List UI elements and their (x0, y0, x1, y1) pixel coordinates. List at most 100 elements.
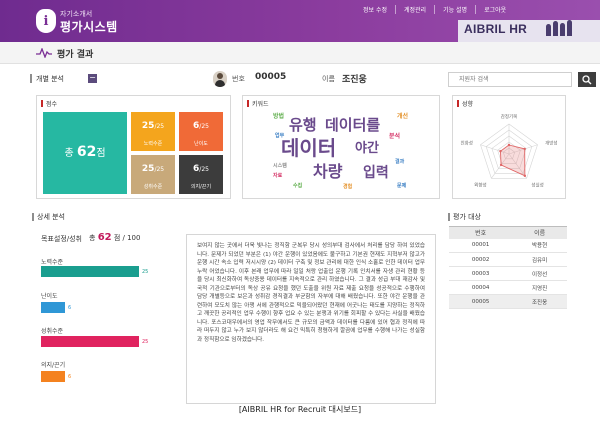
score-tile-grit-label: 의지/끈기 (190, 184, 212, 190)
score-tile-effort-label: 노력수준 (143, 141, 163, 147)
keyword-panel-title: 키워드 (247, 99, 269, 108)
avatar (213, 71, 227, 87)
metric-value-effort: 25 (142, 269, 149, 275)
row-number: 00003 (449, 266, 513, 281)
table-row[interactable]: 00002 김유미 (449, 252, 567, 267)
logo-title[interactable]: 평가시스템 (60, 18, 118, 35)
metric-value-grit: 6 (68, 374, 72, 380)
nav-help[interactable]: 기능 설명 (435, 5, 477, 14)
table-row[interactable]: 00003 이정선 (449, 266, 567, 281)
total-score-value: 62 (76, 144, 97, 160)
applicant-name-value: 조진웅 (342, 75, 367, 85)
nav-edit-info[interactable]: 정보 수정 (355, 5, 396, 14)
column-header-name: 이름 (512, 226, 567, 239)
score-tile-achievement: 25/25 성취수준 (131, 155, 175, 194)
total-score-tile: 총 62점 (43, 112, 127, 194)
score-tile-grit: 6/25 의지/끈기 (179, 155, 223, 194)
radar-value-point (507, 143, 511, 147)
row-name: 이정선 (512, 266, 567, 281)
radar-axis-label: 감정기복 (501, 113, 518, 120)
nav-logout[interactable]: 로그아웃 (476, 5, 514, 14)
score-panel: 점수 총 62점 25/25 노력수준 6/25 난이도 25/25 성취수준 … (36, 95, 231, 199)
brand-logo: AIBRIL HR (464, 22, 528, 36)
table-row[interactable]: 00001 박용현 (449, 238, 567, 253)
row-name: 지영진 (512, 280, 567, 295)
essay-text: 보여지 않는 곳에서 더욱 빛나는 정직함 군복무 당시 성의부대 검사에서 처… (186, 234, 436, 404)
detail-title-text: 상세 분석 (37, 213, 65, 221)
keyword-word: 데이터 (281, 136, 337, 160)
page-titlebar: 평가 결과 (0, 42, 600, 64)
figure-caption: [AIBRIL HR for Recruit 대시보드] (238, 405, 362, 414)
score-tile-achievement-label: 성취수준 (143, 184, 163, 190)
metric-value-achievement: 25 (142, 339, 149, 345)
radar-axis-label: 친화성 (460, 139, 472, 146)
radar-axis-label: 성실성 (531, 182, 543, 189)
radar-value-shape (499, 144, 526, 177)
row-number: 00002 (449, 252, 513, 267)
keyword-word: 업무 (275, 133, 285, 139)
score-title-text: 점수 (46, 101, 58, 108)
personality-title-text: 성향 (462, 101, 474, 108)
score-panel-title: 점수 (41, 99, 57, 108)
metric-bar-effort (41, 266, 139, 277)
target-table: 번호 이름 00001 박용현 00002 김유미 00003 이정선 00004 지영… (449, 226, 567, 309)
radar-value-point (523, 174, 527, 178)
column-header-number: 번호 (449, 226, 513, 239)
metric-bar-grit (41, 371, 65, 382)
personality-panel-title: 성향 (457, 99, 473, 108)
keyword-word: 야간 (355, 141, 379, 156)
keyword-word: 시스템 (273, 163, 287, 169)
section-marker (30, 74, 32, 83)
detail-analysis-title: 상세 분석 (32, 212, 65, 222)
table-row[interactable]: 00004 지영진 (449, 280, 567, 295)
metric-value-difficulty: 6 (68, 305, 72, 311)
personality-radar-chart: 감정기복개방성성실성 외향성 친화성 (460, 113, 557, 189)
goal-total-score: 총 62 점 / 100 (89, 232, 141, 243)
target-title-text: 평가 대상 (453, 213, 481, 221)
table-row-selected[interactable]: 00005 조진웅 (449, 294, 567, 309)
score-tile-difficulty: 6/25 난이도 (179, 112, 223, 151)
goal-label: 목표설정/성취 (41, 235, 82, 243)
score-tile-difficulty-label: 난이도 (194, 141, 208, 147)
row-number: 00005 (449, 294, 513, 309)
metric-bar-achievement (41, 336, 139, 347)
keyword-word: 수집 (293, 183, 303, 189)
row-number: 00004 (449, 280, 513, 295)
nav-account[interactable]: 계정관리 (396, 5, 436, 14)
metric-label-effort: 노력수준 (41, 259, 64, 266)
keyword-word: 경험 (343, 184, 353, 190)
applicant-id-value: 00005 (255, 72, 287, 82)
keyword-word: 분석 (389, 133, 401, 140)
keyword-word: 결과 (395, 159, 405, 165)
page-title: 평가 결과 (57, 50, 94, 60)
keyword-word: 데이터를 (325, 116, 381, 134)
keyword-word: 유행 (289, 116, 317, 134)
score-tile-effort: 25/25 노력수준 (131, 112, 175, 151)
metric-label-achievement: 성취수준 (41, 328, 64, 335)
radar-axis-label: 개방성 (545, 139, 557, 146)
search-icon (582, 75, 592, 85)
applicant-name-label: 이름 (322, 75, 335, 83)
radar-value-point (499, 150, 502, 153)
metric-bar-difficulty (41, 302, 65, 313)
row-number: 00001 (449, 238, 513, 253)
word-cloud: 데이터 유행 데이터를 야간 차량 입력 방법 개선 업무 분석 시스템 수집 … (273, 112, 423, 194)
logo-icon[interactable]: i (36, 9, 56, 33)
keyword-panel: 키워드 데이터 유행 데이터를 야간 차량 입력 방법 개선 업무 분석 시스템… (242, 95, 440, 199)
metric-label-difficulty: 난이도 (41, 293, 58, 300)
search-button[interactable] (578, 72, 596, 87)
radar-axis-label: 외향성 (474, 182, 486, 189)
top-nav: 정보 수정 계정관리 기능 설명 로그아웃 (355, 5, 514, 14)
keyword-word: 개선 (397, 113, 409, 120)
personality-panel: 성향 감정기복개방성성실성 외향성 친화성 (452, 95, 566, 199)
keyword-word: 자료 (273, 173, 283, 179)
keyword-word: 차량 (313, 162, 343, 181)
metric-label-grit: 의지/끈기 (41, 362, 66, 369)
collapse-button[interactable]: − (88, 74, 97, 83)
radar-value-point (523, 147, 526, 151)
keyword-word: 방법 (273, 113, 285, 120)
applicant-search-input[interactable] (448, 72, 572, 87)
people-icon (544, 16, 578, 36)
row-name: 박용현 (512, 238, 567, 253)
applicant-id-label: 번호 (232, 75, 245, 83)
